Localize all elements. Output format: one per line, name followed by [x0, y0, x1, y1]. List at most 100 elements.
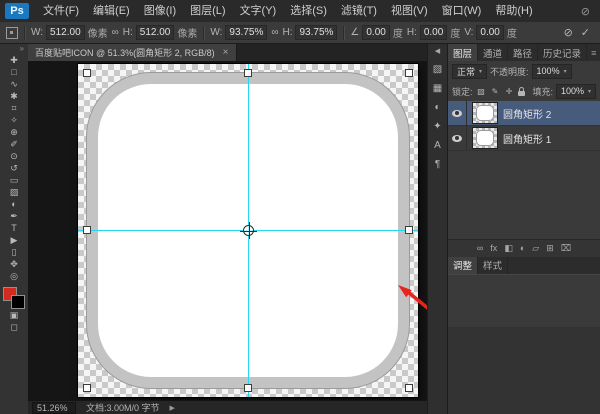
transform-handle-middle-right[interactable] — [405, 226, 413, 234]
transform-handle-top-left[interactable] — [83, 69, 91, 77]
layer-thumbnail[interactable] — [473, 128, 497, 148]
cancel-transform-icon[interactable]: ⊘ — [564, 26, 573, 39]
link-dimensions-icon[interactable]: ∞ — [112, 27, 119, 38]
lasso-tool[interactable]: ∿ — [0, 78, 28, 90]
background-color-swatch[interactable] — [11, 295, 25, 309]
v-skew-field[interactable]: V: 0.00 度 — [464, 25, 517, 40]
paragraph-panel-icon[interactable]: ¶ — [429, 156, 447, 172]
quick-select-tool[interactable]: ✱ — [0, 90, 28, 102]
hand-tool[interactable]: ✥ — [0, 258, 28, 270]
dodge-tool[interactable]: ◐ — [0, 198, 28, 210]
status-circle-icon[interactable]: ⊘ — [581, 5, 590, 18]
height-scale-field[interactable]: H: 93.75% — [282, 25, 337, 40]
rotate-angle-field[interactable]: ∠ 0.00 度 — [350, 25, 402, 40]
lock-position-icon[interactable]: ✛ — [504, 85, 515, 97]
shape-tool[interactable]: ▯ — [0, 246, 28, 258]
eraser-tool[interactable]: ▭ — [0, 174, 28, 186]
swatches-panel-icon[interactable]: ▦ — [429, 80, 447, 96]
screen-mode-icon[interactable]: ◻ — [0, 321, 28, 333]
blend-mode-select[interactable]: 正常 ▾ — [452, 64, 487, 79]
width-scale-value[interactable]: 93.75% — [225, 25, 267, 40]
gradient-tool[interactable]: ▨ — [0, 186, 28, 198]
width-px-value[interactable]: 512.00 — [46, 25, 85, 40]
height-scale-value[interactable]: 93.75% — [295, 25, 337, 40]
expand-panels-icon[interactable]: ◀ — [435, 46, 440, 58]
menu-view[interactable]: 视图(V) — [384, 0, 435, 22]
reference-point-icon[interactable] — [6, 27, 18, 39]
v-skew-value[interactable]: 0.00 — [476, 25, 503, 40]
transform-handle-bottom-center[interactable] — [244, 384, 252, 392]
opacity-select[interactable]: 100% ▾ — [532, 64, 572, 79]
menu-filter[interactable]: 滤镜(T) — [334, 0, 384, 22]
path-select-tool[interactable]: ▶ — [0, 234, 28, 246]
pen-tool[interactable]: ✒ — [0, 210, 28, 222]
transform-handle-bottom-right[interactable] — [405, 384, 413, 392]
h-skew-field[interactable]: H: 0.00 度 — [407, 25, 460, 40]
new-layer-icon[interactable]: ⊞ — [546, 243, 554, 254]
transform-handle-top-center[interactable] — [244, 69, 252, 77]
brush-tool[interactable]: ✐ — [0, 138, 28, 150]
document-canvas[interactable] — [78, 64, 418, 397]
menu-image[interactable]: 图像(I) — [137, 0, 183, 22]
menu-help[interactable]: 帮助(H) — [488, 0, 539, 22]
eyedropper-tool[interactable]: ✧ — [0, 114, 28, 126]
menu-edit[interactable]: 编辑(E) — [86, 0, 137, 22]
menu-type[interactable]: 文字(Y) — [233, 0, 284, 22]
panel-menu-icon[interactable]: ≡ — [587, 44, 600, 61]
close-tab-icon[interactable]: × — [223, 47, 229, 58]
adjustment-layer-icon[interactable]: ◐ — [520, 243, 525, 253]
clone-stamp-tool[interactable]: ⊙ — [0, 150, 28, 162]
tab-styles[interactable]: 样式 — [478, 257, 508, 274]
width-px-field[interactable]: W: 512.00 像素 — [31, 25, 108, 40]
transform-handle-bottom-left[interactable] — [83, 384, 91, 392]
layer-mask-icon[interactable]: ◧ — [504, 243, 513, 254]
adjustments-panel-icon[interactable]: ◐ — [429, 99, 447, 115]
document-tab[interactable]: 百度贴吧ICON @ 51.3%(圆角矩形 2, RGB/8) × — [28, 44, 237, 61]
tab-adjustments[interactable]: 调整 — [448, 257, 478, 274]
visibility-cell[interactable] — [448, 101, 467, 125]
layer-name[interactable]: 圆角矩形 2 — [503, 106, 551, 121]
color-panel-icon[interactable]: ▧ — [429, 61, 447, 77]
menu-window[interactable]: 窗口(W) — [435, 0, 489, 22]
commit-transform-icon[interactable]: ✓ — [581, 26, 590, 39]
layer-row-rounded-rect-1[interactable]: 圆角矩形 1 — [448, 126, 600, 151]
tab-history[interactable]: 历史记录 — [538, 44, 587, 61]
zoom-tool[interactable]: ◎ — [0, 270, 28, 282]
rotate-angle-value[interactable]: 0.00 — [362, 25, 389, 40]
toolbar-collapse-icon[interactable]: » — [20, 44, 28, 54]
new-group-icon[interactable]: ▱ — [532, 243, 539, 254]
layer-row-rounded-rect-2[interactable]: 圆角矩形 2 — [448, 101, 600, 126]
type-tool[interactable]: T — [0, 222, 28, 234]
height-px-field[interactable]: H: 512.00 像素 — [123, 25, 198, 40]
width-scale-field[interactable]: W: 93.75% — [210, 25, 267, 40]
menu-select[interactable]: 选择(S) — [283, 0, 334, 22]
history-brush-tool[interactable]: ↺ — [0, 162, 28, 174]
marquee-tool[interactable]: □ — [0, 66, 28, 78]
link-scale-icon[interactable]: ∞ — [271, 27, 278, 38]
transform-reference-point[interactable] — [243, 225, 254, 236]
lock-pixels-icon[interactable]: ✎ — [490, 85, 501, 97]
healing-brush-tool[interactable]: ⊕ — [0, 126, 28, 138]
tab-channels[interactable]: 通道 — [478, 44, 508, 61]
tab-paths[interactable]: 路径 — [508, 44, 538, 61]
menu-file[interactable]: 文件(F) — [36, 0, 86, 22]
lock-all-icon[interactable] — [518, 91, 525, 96]
transform-handle-middle-left[interactable] — [83, 226, 91, 234]
layer-thumbnail[interactable] — [473, 103, 497, 123]
character-panel-icon[interactable]: A — [429, 137, 447, 153]
styles-panel-icon[interactable]: ✦ — [429, 118, 447, 134]
move-tool[interactable]: ✚ — [0, 54, 28, 66]
fill-select[interactable]: 100% ▾ — [556, 84, 596, 99]
tab-layers[interactable]: 图层 — [448, 44, 478, 61]
visibility-cell[interactable] — [448, 126, 467, 150]
canvas-pasteboard[interactable] — [28, 61, 427, 400]
quick-mask-icon[interactable]: ▣ — [0, 309, 28, 321]
zoom-level-field[interactable]: 51.26% — [32, 402, 76, 414]
layer-name[interactable]: 圆角矩形 1 — [503, 131, 551, 146]
crop-tool[interactable]: ⌗ — [0, 102, 28, 114]
transform-handle-top-right[interactable] — [405, 69, 413, 77]
h-skew-value[interactable]: 0.00 — [420, 25, 447, 40]
layer-style-icon[interactable]: fx — [490, 243, 497, 253]
delete-layer-icon[interactable]: ⌧ — [561, 243, 571, 254]
height-px-value[interactable]: 512.00 — [136, 25, 175, 40]
